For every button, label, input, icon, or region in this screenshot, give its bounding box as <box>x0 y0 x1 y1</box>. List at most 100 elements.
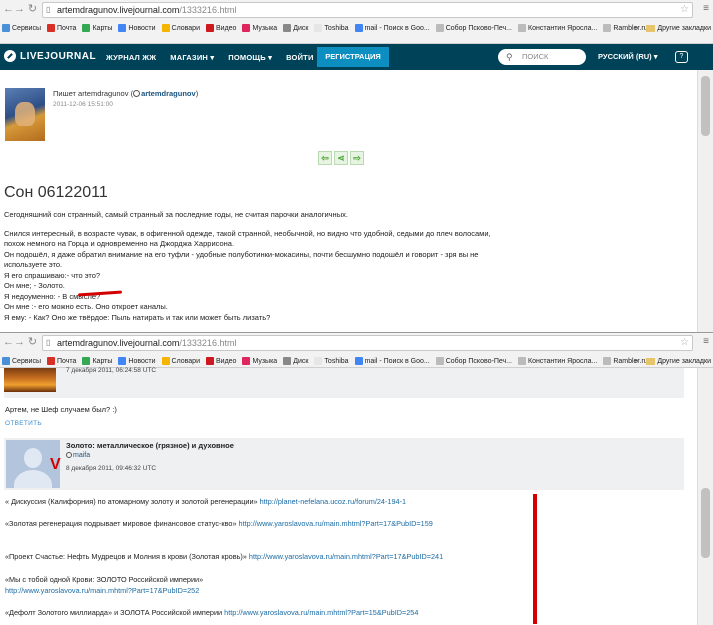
bookmark-item[interactable]: Сервисы <box>2 24 41 32</box>
bookmark-item[interactable]: Видео <box>205 24 236 32</box>
folder-icon <box>646 357 656 365</box>
bookmark-label: mail - Поиск в Goo... <box>364 24 430 32</box>
browser-chrome-top: ← → ↻ ▯ artemdragunov.livejournal.com/13… <box>0 0 713 44</box>
browser-menu-icon[interactable]: ≡ <box>703 3 709 14</box>
bookmark-favicon-icon <box>435 357 444 365</box>
bookmark-item[interactable]: Новости <box>118 24 156 32</box>
nav-shop[interactable]: МАГАЗИН ▾ <box>170 53 214 62</box>
post-byline: Пишет artemdragunov (artemdragunov) <box>53 89 198 98</box>
byline-suffix: ) <box>195 89 199 98</box>
scrollbar-thumb[interactable] <box>701 76 710 136</box>
author-userpic[interactable] <box>5 88 45 141</box>
more-bookmarks-icon[interactable]: » <box>634 25 638 32</box>
post-paragraph: Я ему: - Как? Оно же твёрдое: Пыль натир… <box>4 312 271 322</box>
post-paragraph: Сегодняшний сон странный, самый странный… <box>4 210 348 219</box>
bookmark-item[interactable]: Почта <box>47 24 76 32</box>
bookmark-item[interactable]: mail - Поиск в Goo... <box>354 24 430 32</box>
bookmark-item[interactable]: mail - Поиск в Goo... <box>354 357 430 365</box>
comment-link[interactable]: http://www.yaroslavova.ru/main.mhtml?Par… <box>239 519 433 528</box>
bookmark-item[interactable]: Словари <box>161 357 200 365</box>
nav-login[interactable]: ВОЙТИ <box>286 53 313 62</box>
bookmark-item[interactable]: Диск <box>283 24 308 32</box>
bookmark-label: Карты <box>92 24 113 32</box>
bookmark-item[interactable]: Собор Псково-Печ... <box>435 24 512 32</box>
bookmark-label: Почта <box>57 24 77 32</box>
forward-arrow-icon[interactable]: → <box>13 336 26 349</box>
bookmark-label: Сервисы <box>12 357 42 365</box>
bookmark-item[interactable]: Карты <box>82 24 112 32</box>
reload-icon[interactable]: ↻ <box>26 336 39 349</box>
bookmark-item[interactable]: Константин Яросла... <box>518 24 597 32</box>
bookmark-favicon-icon <box>2 357 10 365</box>
more-bookmarks-icon[interactable]: » <box>634 358 638 365</box>
bookmark-label: Сервисы <box>12 24 42 32</box>
bookmark-label: Видео <box>215 357 237 365</box>
url-path: /1333216.html <box>179 5 237 15</box>
scrollbar-bottom[interactable] <box>697 368 713 625</box>
bookmark-item[interactable]: Почта <box>47 357 76 365</box>
comment-line: « Дискуссия (Калифорния) по атомарному з… <box>5 497 406 506</box>
address-bar[interactable]: ▯ artemdragunov.livejournal.com/1333216.… <box>42 2 693 18</box>
bookmark-item[interactable]: Константин Яросла... <box>518 357 597 365</box>
main-nav: ЖУРНАЛ ЖЖ МАГАЗИН ▾ ПОМОЩЬ ▾ ВОЙТИ <box>106 44 328 70</box>
bookmark-item[interactable]: Видео <box>205 357 237 365</box>
nav-help[interactable]: ПОМОЩЬ ▾ <box>228 53 272 62</box>
user-icon <box>133 90 141 97</box>
bookmark-item[interactable]: Карты <box>82 357 112 365</box>
search-input[interactable]: ⚲ ПОИСК <box>498 49 586 65</box>
help-icon[interactable]: ? <box>675 51 688 63</box>
bookmark-item[interactable]: Сервисы <box>2 357 41 365</box>
bookmark-favicon-icon <box>82 24 91 32</box>
other-bookmarks[interactable]: » Другие закладки <box>634 353 711 369</box>
bookmark-item[interactable]: Собор Псково-Печ... <box>435 357 512 365</box>
bookmark-label: Toshiba <box>324 24 349 32</box>
reload-icon[interactable]: ↻ <box>26 3 39 16</box>
nav-journal[interactable]: ЖУРНАЛ ЖЖ <box>106 53 156 62</box>
post-paragraph: Он мне; - Золото. <box>4 281 65 290</box>
nav-shop-label: МАГАЗИН <box>170 52 209 62</box>
bookmark-favicon-icon <box>82 357 91 365</box>
bookmark-star-icon[interactable]: ☆ <box>680 3 689 17</box>
comment-link[interactable]: http://www.yaroslavova.ru/main.mhtml?Par… <box>224 608 418 617</box>
bookmark-favicon-icon <box>518 357 526 365</box>
comment-link[interactable]: http://planet-nefelana.ucoz.ru/forum/24-… <box>260 497 406 506</box>
chevron-down-icon: ▾ <box>210 52 215 62</box>
bookmark-favicon-icon <box>314 24 323 32</box>
commenter-username[interactable]: maifa <box>66 452 90 459</box>
bookmark-item[interactable]: Словари <box>161 24 200 32</box>
bookmark-item[interactable]: Toshiba <box>314 357 349 365</box>
bookmark-label: mail - Поиск в Goo... <box>364 357 430 365</box>
username-link[interactable]: maifa <box>73 452 90 459</box>
bookmark-label: Музыка <box>252 24 278 32</box>
other-bookmarks[interactable]: » Другие закладки <box>634 20 711 36</box>
reply-link[interactable]: ОТВЕТИТЬ <box>5 420 42 427</box>
scrollbar-top[interactable] <box>697 70 713 332</box>
next-arrow-icon[interactable]: ⇨ <box>350 151 364 165</box>
bookmark-item[interactable]: Новости <box>118 357 156 365</box>
register-button[interactable]: РЕГИСТРАЦИЯ <box>317 47 389 67</box>
forward-arrow-icon[interactable]: → <box>13 3 26 16</box>
share-icon[interactable]: ⋖ <box>334 151 348 165</box>
scrollbar-thumb[interactable] <box>701 488 710 558</box>
prev-arrow-icon[interactable]: ⇦ <box>318 151 332 165</box>
author-link[interactable]: artemdragunov <box>141 89 196 98</box>
bookmark-item[interactable]: Музыка <box>242 357 277 365</box>
bookmark-favicon-icon <box>242 357 251 365</box>
bookmark-label: Музыка <box>252 357 278 365</box>
comment-link[interactable]: http://www.yaroslavova.ru/main.mhtml?Par… <box>5 586 199 595</box>
comment-link[interactable]: http://www.yaroslavova.ru/main.mhtml?Par… <box>249 552 443 561</box>
livejournal-logo[interactable]: LIVEJOURNAL <box>4 50 96 62</box>
bookmark-favicon-icon <box>242 24 251 32</box>
bookmark-favicon-icon <box>2 24 10 32</box>
bookmarks-bar: Сервисы Почта Карты Новости Словари Видео Музы… <box>0 20 713 36</box>
language-selector[interactable]: РУССКИЙ (RU) ▾ <box>598 44 658 70</box>
bookmark-star-icon[interactable]: ☆ <box>680 336 689 350</box>
browser-menu-icon[interactable]: ≡ <box>703 336 709 347</box>
bookmark-item[interactable]: Диск <box>283 357 308 365</box>
post-body: Сегодняшний сон странный, самый странный… <box>4 210 564 323</box>
address-bar[interactable]: ▯ artemdragunov.livejournal.com/1333216.… <box>42 335 693 351</box>
bookmark-favicon-icon <box>118 24 127 32</box>
commenter-userpic[interactable] <box>4 368 56 392</box>
bookmark-item[interactable]: Музыка <box>242 24 277 32</box>
bookmark-item[interactable]: Toshiba <box>314 24 349 32</box>
